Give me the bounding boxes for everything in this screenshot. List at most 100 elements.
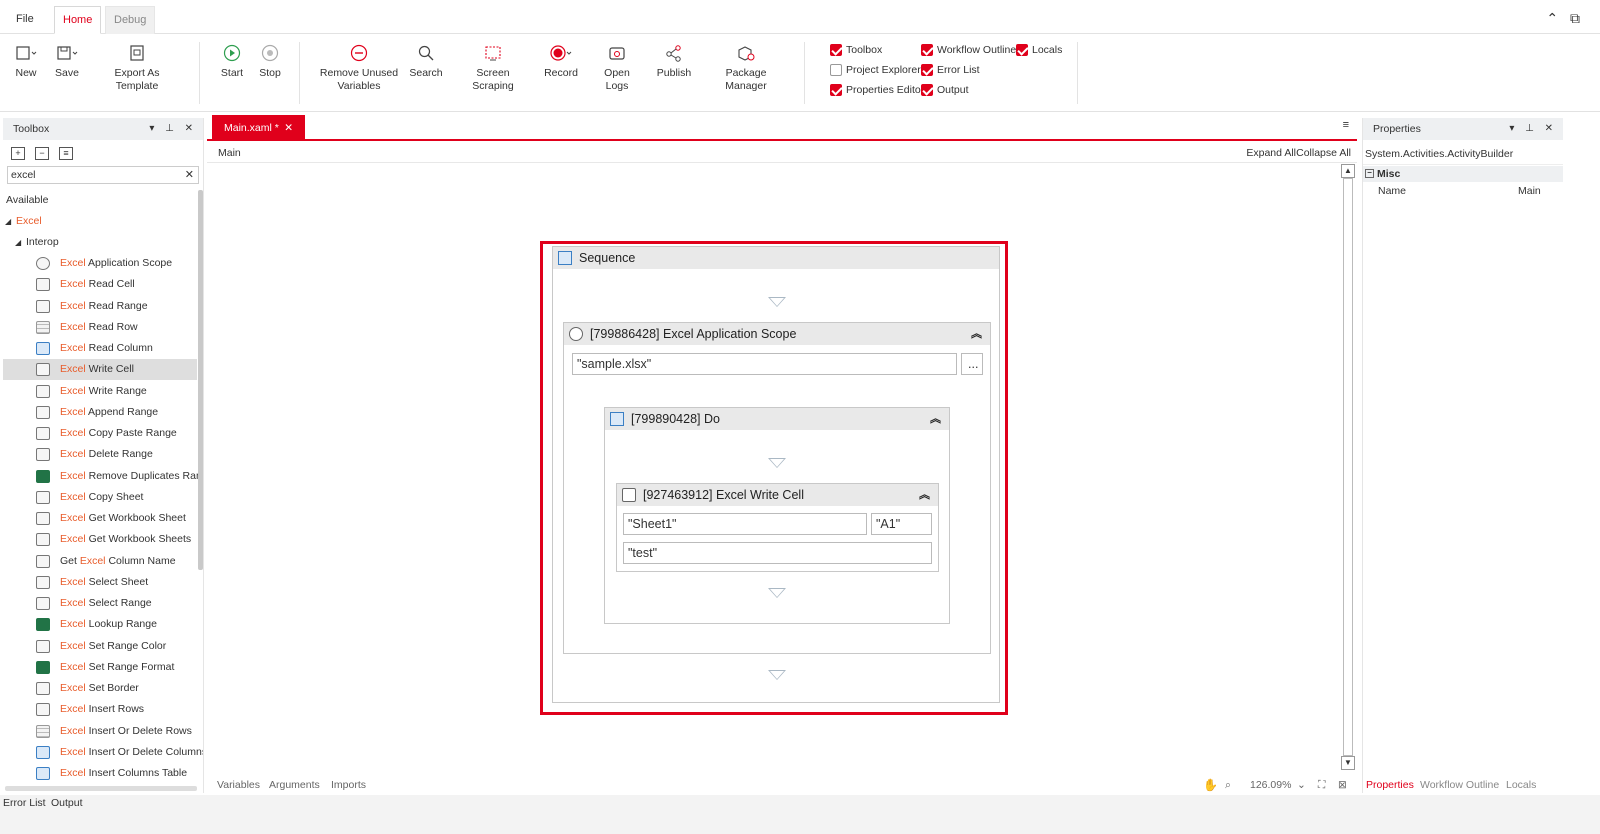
zoom-level[interactable]: 126.09%	[1250, 776, 1291, 794]
close-tab-icon[interactable]: ✕	[284, 115, 293, 141]
breadcrumb[interactable]: Main	[218, 143, 241, 163]
sequence-activity[interactable]: Sequence [799886428] Excel Application S…	[552, 246, 1000, 703]
property-row-name[interactable]: Name Main	[1363, 182, 1563, 200]
menu-file[interactable]: File	[8, 6, 42, 34]
drop-arrow-icon[interactable]	[768, 670, 786, 680]
export-template-button[interactable]: Export As Template	[93, 42, 181, 93]
toolbox-item[interactable]: Excel Read Column	[3, 338, 197, 359]
collapse-ribbon-icon[interactable]: ⌃	[1546, 10, 1558, 26]
canvas-scrollbar[interactable]: ▲ ▼	[1341, 164, 1355, 776]
collapse-icon[interactable]: ︽	[971, 323, 982, 345]
toolbox-search-input[interactable]: excel ✕	[7, 166, 199, 184]
app-scope-header[interactable]: [799886428] Excel Application Scope ︽	[564, 323, 990, 345]
toolbox-item[interactable]: Excel Insert Or Delete Columns	[3, 742, 203, 763]
browse-button[interactable]: ...	[961, 353, 983, 375]
tree-group-interop[interactable]: ◢ Interop	[3, 232, 197, 253]
start-button[interactable]: Start	[218, 42, 246, 80]
toolbox-item[interactable]: Excel Select Range	[3, 593, 197, 614]
fit-to-screen-icon[interactable]: ⛶	[1318, 776, 1325, 794]
locals-checkbox[interactable]	[1016, 44, 1028, 56]
toolbox-item[interactable]: Excel Delete Range	[3, 444, 197, 465]
panel-controls[interactable]: ▾ ⊥ ✕	[149, 118, 197, 140]
collapse-icon[interactable]: ︽	[930, 408, 941, 430]
variables-tab[interactable]: Variables	[217, 776, 260, 794]
toolbox-item[interactable]: Excel Set Border	[3, 678, 197, 699]
new-button[interactable]: New	[12, 42, 40, 80]
drop-arrow-icon[interactable]	[768, 458, 786, 468]
toolbox-item[interactable]: Excel Read Range	[3, 296, 197, 317]
collapse-icon[interactable]: ︽	[919, 484, 930, 506]
toggle-error-list[interactable]: Error List	[921, 64, 980, 76]
toggle-locals[interactable]: Locals	[1016, 44, 1062, 56]
properties-editor-checkbox[interactable]	[830, 84, 842, 96]
toolbox-hscrollbar[interactable]	[5, 786, 197, 791]
toolbox-item[interactable]: Excel Lookup Range	[3, 614, 197, 635]
excel-write-cell-activity[interactable]: [927463912] Excel Write Cell ︽ "Sheet1" …	[616, 483, 939, 572]
toolbox-item[interactable]: Excel Get Workbook Sheets	[3, 529, 197, 550]
toolbox-item[interactable]: Excel Get Workbook Sheet	[3, 508, 197, 529]
imports-tab[interactable]: Imports	[331, 776, 366, 794]
scroll-thumb[interactable]	[1343, 178, 1353, 756]
do-sequence-activity[interactable]: [799890428] Do ︽ [927463912] Excel Write…	[604, 407, 950, 624]
do-header[interactable]: [799890428] Do ︽	[605, 408, 949, 430]
tab-workflow-outline[interactable]: Workflow Outline	[1420, 777, 1499, 794]
tab-locals[interactable]: Locals	[1506, 777, 1536, 794]
drop-arrow-icon[interactable]	[768, 297, 786, 307]
sequence-header[interactable]: Sequence	[553, 247, 999, 269]
toolbox-item[interactable]: Excel Copy Paste Range	[3, 423, 197, 444]
clear-search-icon[interactable]: ✕	[185, 167, 194, 183]
workflow-outline-checkbox[interactable]	[921, 44, 933, 56]
property-value[interactable]: Main	[1518, 182, 1541, 200]
drop-arrow-icon[interactable]	[768, 588, 786, 598]
sheet-name-field[interactable]: "Sheet1"	[623, 513, 867, 535]
toolbox-item[interactable]: Excel Insert Rows	[3, 699, 197, 720]
toolbox-item[interactable]: Excel Insert Columns Table	[3, 763, 197, 780]
toolbox-item[interactable]: Excel Write Cell	[3, 359, 197, 381]
tab-error-list[interactable]: Error List	[3, 797, 46, 809]
toggle-output[interactable]: Output	[921, 84, 969, 96]
overview-icon[interactable]: ⊠	[1338, 776, 1347, 794]
screen-scraping-button[interactable]: Screen Scraping	[455, 42, 531, 93]
write-cell-header[interactable]: [927463912] Excel Write Cell ︽	[617, 484, 938, 506]
collapse-category-icon[interactable]: −	[1365, 169, 1374, 178]
zoom-icon[interactable]: ⌕	[1225, 776, 1231, 794]
record-button[interactable]: Record	[543, 42, 579, 80]
zoom-dropdown-icon[interactable]: ⌄	[1297, 776, 1306, 794]
search-button[interactable]: Search	[408, 42, 444, 80]
collapse-all-link[interactable]: Collapse All	[1296, 143, 1351, 163]
toolbox-item[interactable]: Excel Remove Duplicates Range	[3, 466, 203, 487]
toggle-properties-editor[interactable]: Properties Editor	[830, 84, 924, 96]
tab-output[interactable]: Output	[51, 797, 83, 809]
designer-canvas[interactable]: Sequence [799886428] Excel Application S…	[207, 164, 1340, 776]
toolbox-item[interactable]: Excel Copy Sheet	[3, 487, 197, 508]
arguments-tab[interactable]: Arguments	[269, 776, 320, 794]
toolbox-item[interactable]: Excel Application Scope	[3, 253, 197, 274]
tab-debug[interactable]: Debug	[105, 6, 156, 34]
project-explorer-checkbox[interactable]	[830, 64, 842, 76]
toolbox-item[interactable]: Excel Select Sheet	[3, 572, 197, 593]
error-list-checkbox[interactable]	[921, 64, 933, 76]
toolbox-scrollbar[interactable]	[198, 190, 203, 570]
publish-button[interactable]: Publish	[656, 42, 692, 80]
toolbox-item[interactable]: Excel Set Range Color	[3, 636, 197, 657]
toolbox-item[interactable]: Excel Read Row	[3, 317, 197, 338]
scroll-up-icon[interactable]: ▲	[1341, 164, 1355, 178]
chat-icon[interactable]: ⧉	[1570, 10, 1580, 26]
pan-hand-icon[interactable]: ✋	[1203, 776, 1218, 794]
save-button[interactable]: Save	[53, 42, 81, 80]
toolbox-item[interactable]: Excel Insert Or Delete Rows	[3, 721, 197, 742]
toolbox-item[interactable]: Excel Read Cell	[3, 274, 197, 295]
toggle-project-explorer[interactable]: Project Explorer	[830, 64, 921, 76]
stop-button[interactable]: Stop	[256, 42, 284, 80]
toggle-toolbox[interactable]: Toolbox	[830, 44, 882, 56]
tree-group-excel[interactable]: ◢ Excel	[3, 211, 197, 232]
toolbox-item[interactable]: Excel Write Range	[3, 381, 197, 402]
output-checkbox[interactable]	[921, 84, 933, 96]
remove-unused-variables-button[interactable]: Remove Unused Variables	[318, 42, 400, 93]
properties-category-misc[interactable]: − Misc	[1363, 166, 1563, 182]
toggle-workflow-outline[interactable]: Workflow Outline	[921, 44, 1016, 56]
workbook-path-field[interactable]: "sample.xlsx"	[572, 353, 957, 375]
tab-main-xaml[interactable]: Main.xaml * ✕	[212, 115, 305, 141]
panel-controls[interactable]: ▾ ⊥ ✕	[1509, 118, 1557, 140]
open-logs-button[interactable]: Open Logs	[592, 42, 642, 93]
